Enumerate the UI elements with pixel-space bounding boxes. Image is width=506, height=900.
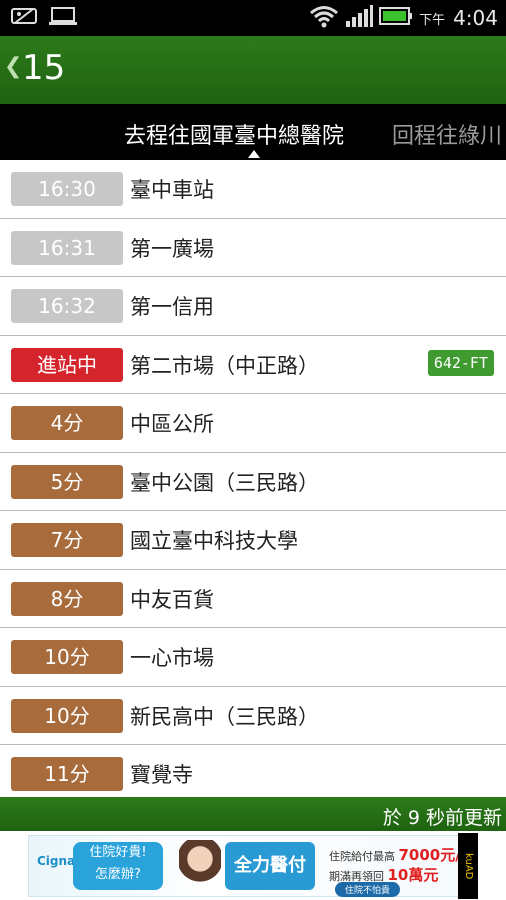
eta-badge: 7分 <box>11 523 123 557</box>
stop-row[interactable]: 16:31 第一廣場 <box>0 219 506 277</box>
eta-badge: 10分 <box>11 698 123 733</box>
battery-icon <box>379 7 413 29</box>
stop-name: 第一信用 <box>130 295 214 319</box>
ad-brand: 全力醫付 <box>225 842 315 890</box>
ad-banner[interactable]: Cigna 住院好貴! 怎麼辦? 全力醫付 住院給付最高 7000元/日 期滿再… <box>0 831 506 900</box>
stop-row[interactable]: 16:30 臺中車站 <box>0 160 506 219</box>
eta-badge: 16:32 <box>11 289 123 323</box>
stop-row[interactable]: 10分 新民高中（三民路） <box>0 687 506 745</box>
tab-indicator-icon <box>248 150 260 158</box>
stop-row[interactable]: 8分 中友百貨 <box>0 570 506 628</box>
status-ampm: 下午 <box>419 12 446 28</box>
stop-row[interactable]: 5分 臺中公園（三民路） <box>0 453 506 511</box>
stop-name: 新民高中（三民路） <box>130 704 319 729</box>
ad-bubble-line2: 怎麼辦? <box>95 867 141 882</box>
update-status: 於 9 秒前更新 <box>382 807 502 829</box>
route-number[interactable]: 15 <box>22 48 65 88</box>
no-image-icon <box>10 6 38 30</box>
stop-name: 臺中公園（三民路） <box>130 470 319 495</box>
ad-logo: Cigna <box>37 854 76 868</box>
eta-badge: 進站中 <box>11 347 123 382</box>
wifi-icon <box>309 4 339 32</box>
stop-row[interactable]: 4分 中區公所 <box>0 394 506 453</box>
tab-return[interactable]: 回程往綠川 <box>392 118 502 150</box>
eta-badge: 16:30 <box>11 172 123 206</box>
eta-badge: 8分 <box>11 581 123 616</box>
stop-name: 中區公所 <box>130 412 214 436</box>
signal-icon <box>345 5 374 31</box>
stop-row[interactable]: 16:32 第一信用 <box>0 277 506 336</box>
stop-row[interactable]: 進站中 第二市場（中正路） 642-FT <box>0 336 506 394</box>
back-chevron-icon[interactable]: ❮ <box>4 54 22 79</box>
ad-bubble-line1: 住院好貴! <box>89 845 147 860</box>
ad-bubble: 住院好貴! 怎麼辦? <box>73 842 163 890</box>
eta-badge: 5分 <box>11 464 123 499</box>
eta-badge: 4分 <box>11 406 123 440</box>
eta-badge: 11分 <box>11 757 123 791</box>
ad-line2-amount: 10萬元 <box>387 866 439 884</box>
stop-name: 第二市場（中正路） <box>130 353 319 378</box>
stop-list[interactable]: 16:30 臺中車站 16:31 第一廣場 16:32 第一信用 進站中 第二市… <box>0 160 506 797</box>
stop-row[interactable]: 11分 寶覺寺 <box>0 745 506 797</box>
app-bar: ❮ 15 <box>0 36 506 104</box>
eta-badge: 10分 <box>11 640 123 674</box>
stop-name: 臺中車站 <box>130 178 214 202</box>
stop-name: 中友百貨 <box>130 587 214 612</box>
ad-network-tag[interactable]: kuAD <box>458 833 478 899</box>
update-bar: 於 9 秒前更新 <box>0 797 506 831</box>
ad-line1-prefix: 住院給付最高 <box>329 850 395 863</box>
stop-name: 寶覺寺 <box>130 763 193 787</box>
ad-cta-button[interactable]: 住院不怕貴 <box>335 882 401 897</box>
status-time: 4:04 <box>453 6 498 30</box>
stop-name: 國立臺中科技大學 <box>130 529 298 553</box>
ad-content[interactable]: Cigna 住院好貴! 怎麼辦? 全力醫付 住院給付最高 7000元/日 期滿再… <box>28 835 478 897</box>
laptop-icon <box>48 6 78 30</box>
stop-name: 第一廣場 <box>130 236 214 261</box>
eta-badge: 16:31 <box>11 230 123 265</box>
stop-row[interactable]: 10分 一心市場 <box>0 628 506 687</box>
tab-outbound[interactable]: 去程往國軍臺中總醫院 <box>124 118 344 150</box>
status-bar: 下午 4:04 <box>0 0 506 36</box>
ad-line1: 住院給付最高 7000元/日 <box>329 844 476 865</box>
ad-person-image <box>179 840 221 894</box>
stop-name: 一心市場 <box>130 646 214 670</box>
stop-row[interactable]: 7分 國立臺中科技大學 <box>0 511 506 570</box>
bus-plate-badge: 642-FT <box>427 349 494 376</box>
